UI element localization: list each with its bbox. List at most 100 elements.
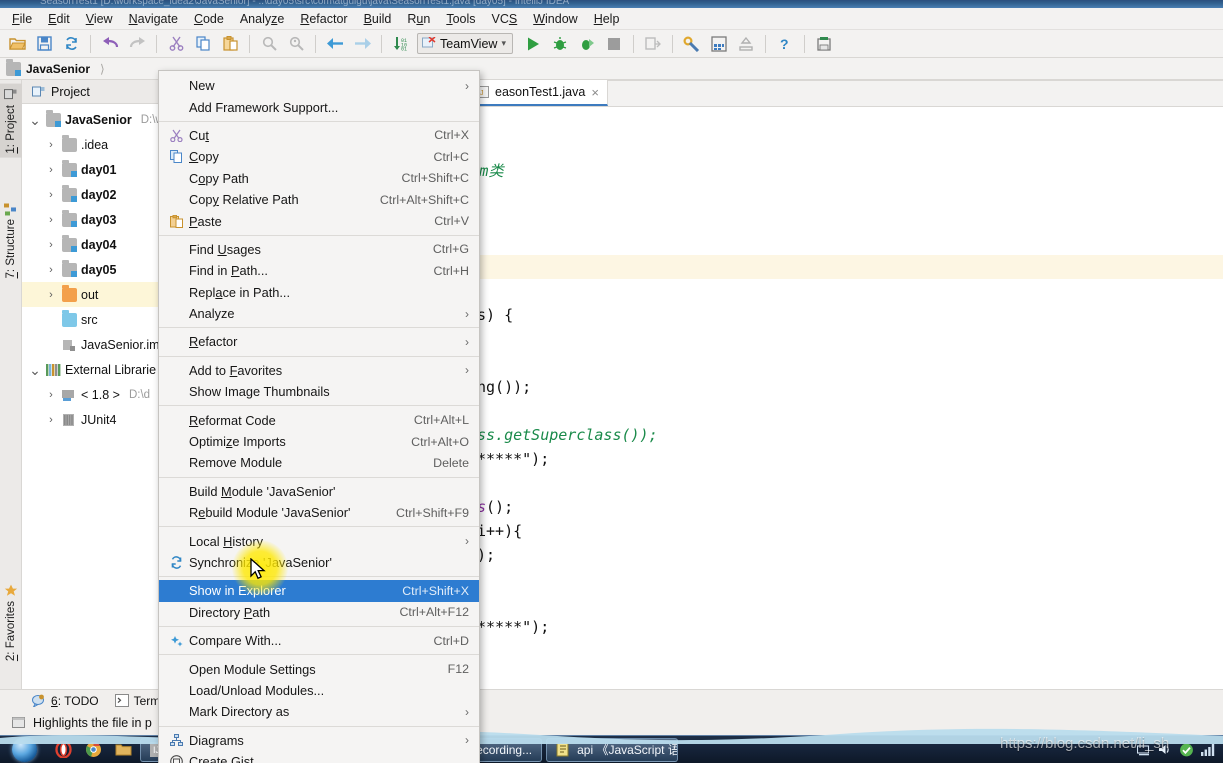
tree-node-junit4[interactable]: › JUnit4 — [22, 407, 169, 432]
tree-node-javasenior[interactable]: ⌄ JavaSenior D:\w — [22, 107, 169, 132]
signal-icon[interactable] — [1201, 743, 1215, 756]
tree-node-18[interactable]: › < 1.8 > D:\d — [22, 382, 169, 407]
close-icon[interactable]: × — [591, 85, 599, 100]
back-icon[interactable] — [322, 32, 348, 56]
debug-icon[interactable] — [547, 32, 573, 56]
forward-icon[interactable] — [349, 32, 375, 56]
menu-item-diagrams[interactable]: Diagrams › — [159, 730, 479, 751]
menu-vcs[interactable]: VCS — [484, 9, 526, 29]
chevron-right-icon[interactable]: › — [44, 414, 58, 426]
menu-item-comparewith[interactable]: Compare With... Ctrl+D — [159, 630, 479, 651]
menu-item-markdirectoryas[interactable]: Mark Directory as › — [159, 701, 479, 722]
redo-icon[interactable] — [124, 32, 150, 56]
menu-navigate[interactable]: Navigate — [121, 9, 186, 29]
menu-item-removemodule[interactable]: Remove Module Delete — [159, 452, 479, 473]
menu-item-paste[interactable]: Paste Ctrl+V — [159, 210, 479, 231]
menu-item-copy[interactable]: Copy Ctrl+C — [159, 146, 479, 167]
menu-item-reformatcode[interactable]: Reformat Code Ctrl+Alt+L — [159, 409, 479, 430]
project-structure-icon[interactable] — [706, 32, 732, 56]
chevron-down-icon[interactable]: ▾ — [501, 38, 506, 49]
menu-edit[interactable]: Edit — [40, 9, 78, 29]
chevron-right-icon[interactable]: › — [44, 389, 58, 401]
context-menu[interactable]: New › Add Framework Support... Cut Ctrl+X Cop… — [158, 70, 480, 763]
tree-node-day01[interactable]: › day01 — [22, 157, 169, 182]
menu-item-buildmodulejavasenior[interactable]: Build Module 'JavaSenior' — [159, 481, 479, 502]
menu-refactor[interactable]: Refactor — [292, 9, 355, 29]
menu-view[interactable]: View — [78, 9, 121, 29]
menu-item-showimagethumbnails[interactable]: Show Image Thumbnails — [159, 381, 479, 402]
find-usages-icon[interactable] — [283, 32, 309, 56]
menu-item-addtofavorites[interactable]: Add to Favorites › — [159, 360, 479, 381]
network-icon[interactable] — [1137, 743, 1151, 756]
chevron-down-icon[interactable]: ⌄ — [28, 363, 42, 377]
tree-node-idea[interactable]: › .idea — [22, 132, 169, 157]
taskbar-button-apijavascript[interactable]: api 《JavaScript 语言参考... — [546, 737, 679, 762]
menu-item-findusages[interactable]: Find Usages Ctrl+G — [159, 239, 479, 260]
explorer-icon[interactable] — [110, 737, 136, 763]
menu-tools[interactable]: Tools — [438, 9, 483, 29]
find-icon[interactable] — [256, 32, 282, 56]
menu-item-loadunloadmodules[interactable]: Load/Unload Modules... — [159, 680, 479, 701]
tree-node-externallibrarie[interactable]: ⌄ External Librarie — [22, 357, 169, 382]
menu-window[interactable]: Window — [525, 9, 585, 29]
security-icon[interactable] — [1179, 743, 1194, 757]
menu-code[interactable]: Code — [186, 9, 232, 29]
save-all-icon[interactable] — [31, 32, 57, 56]
start-button[interactable] — [2, 737, 46, 763]
sdk-icon[interactable] — [733, 32, 759, 56]
sort-icon[interactable]: 01 10 01 — [388, 32, 414, 56]
stop-icon[interactable] — [601, 32, 627, 56]
tree-node-javaseniorim[interactable]: JavaSenior.im — [22, 332, 169, 357]
tool-window-tab-favorites[interactable]: 2: Favorites — [0, 580, 22, 665]
settings-icon[interactable] — [679, 32, 705, 56]
update-app-icon[interactable] — [640, 32, 666, 56]
breadcrumb-javasenior[interactable]: JavaSenior — [6, 58, 90, 76]
run-coverage-icon[interactable] — [574, 32, 600, 56]
volume-icon[interactable] — [1158, 743, 1172, 756]
copy-icon[interactable] — [190, 32, 216, 56]
chevron-right-icon[interactable]: › — [44, 289, 58, 301]
menu-help[interactable]: Help — [586, 9, 628, 29]
menu-item-cut[interactable]: Cut Ctrl+X — [159, 125, 479, 146]
menu-item-replaceinpath[interactable]: Replace in Path... — [159, 282, 479, 303]
cut-icon[interactable] — [163, 32, 189, 56]
open-project-icon[interactable] — [4, 32, 30, 56]
paste-icon[interactable] — [217, 32, 243, 56]
menu-item-copyrelativepath[interactable]: Copy Relative Path Ctrl+Alt+Shift+C — [159, 189, 479, 210]
project-tree[interactable]: ⌄ JavaSenior D:\w › .idea › day01 › day02 › day03 ›… — [22, 104, 169, 432]
chevron-right-icon[interactable]: › — [44, 239, 58, 251]
bottom-tab-termi[interactable]: Termi — [114, 694, 163, 708]
menu-item-optimizeimports[interactable]: Optimize Imports Ctrl+Alt+O — [159, 431, 479, 452]
run-configuration-selector[interactable]: TeamView ▾ — [417, 33, 513, 54]
tree-node-day05[interactable]: › day05 — [22, 257, 169, 282]
menu-item-findinpath[interactable]: Find in Path... Ctrl+H — [159, 260, 479, 281]
chevron-right-icon[interactable]: › — [44, 164, 58, 176]
menu-item-rebuildmodulejavasenior[interactable]: Rebuild Module 'JavaSenior' Ctrl+Shift+F9 — [159, 502, 479, 523]
chevron-right-icon[interactable]: › — [44, 264, 58, 276]
menu-item-directorypath[interactable]: Directory Path Ctrl+Alt+F12 — [159, 602, 479, 623]
tree-node-src[interactable]: src — [22, 307, 169, 332]
bottom-tab-todo[interactable]: 6: TODO — [32, 694, 99, 709]
menu-item-addframeworksupport[interactable]: Add Framework Support... — [159, 96, 479, 117]
menu-file[interactable]: File — [4, 9, 40, 29]
run-icon[interactable] — [520, 32, 546, 56]
menu-item-synchronizejavasenior[interactable]: Synchronize 'JavaSenior' — [159, 552, 479, 573]
tree-node-day03[interactable]: › day03 — [22, 207, 169, 232]
menu-build[interactable]: Build — [356, 9, 400, 29]
sync-icon[interactable] — [58, 32, 84, 56]
menu-item-openmodulesettings[interactable]: Open Module Settings F12 — [159, 658, 479, 679]
menu-item-localhistory[interactable]: Local History › — [159, 530, 479, 551]
tree-node-day04[interactable]: › day04 — [22, 232, 169, 257]
undo-icon[interactable] — [97, 32, 123, 56]
tree-node-day02[interactable]: › day02 — [22, 182, 169, 207]
menu-item-refactor[interactable]: Refactor › — [159, 331, 479, 352]
chrome-icon[interactable] — [80, 737, 106, 763]
save-config-icon[interactable] — [811, 32, 837, 56]
menu-item-creategist[interactable]: Create Gist... — [159, 751, 479, 763]
menu-analyze[interactable]: Analyze — [232, 9, 292, 29]
tree-node-out[interactable]: › out — [22, 282, 169, 307]
menu-item-showinexplorer[interactable]: Show in Explorer Ctrl+Shift+X — [159, 580, 479, 602]
menu-item-copypath[interactable]: Copy Path Ctrl+Shift+C — [159, 168, 479, 189]
tool-window-tab-structure[interactable]: 7: Structure — [0, 198, 22, 282]
chevron-down-icon[interactable]: ⌄ — [28, 113, 42, 127]
